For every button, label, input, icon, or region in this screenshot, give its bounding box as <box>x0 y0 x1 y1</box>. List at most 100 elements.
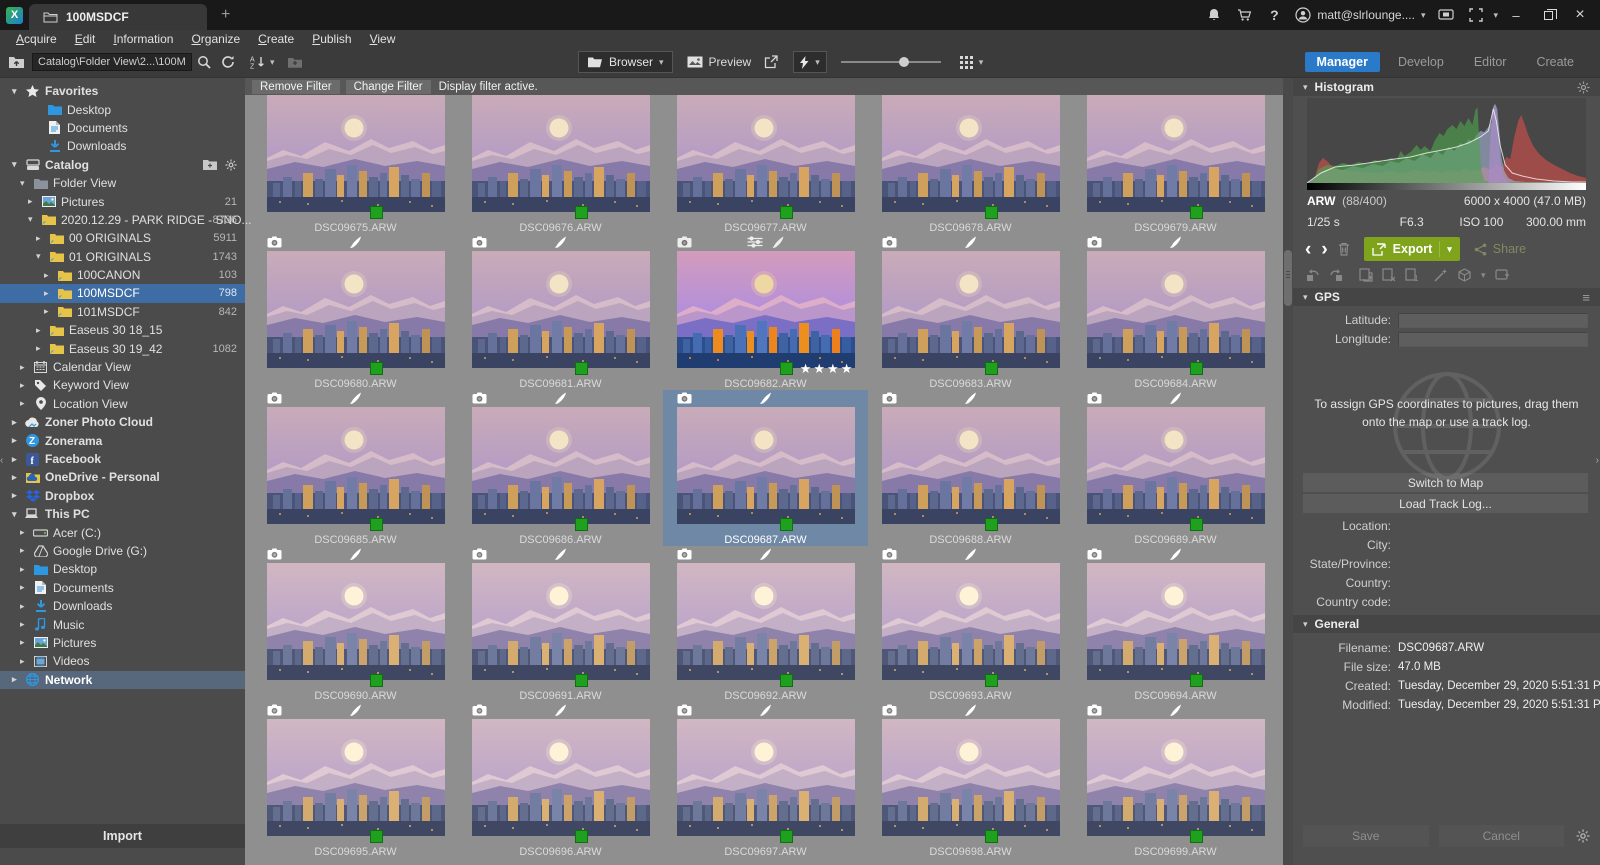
close-button[interactable]: × <box>1566 3 1594 27</box>
sidebar-item-google-drive-g[interactable]: ▸Google Drive (G:) <box>0 542 245 560</box>
green-label-badge[interactable] <box>370 206 383 219</box>
green-label-badge[interactable] <box>370 518 383 531</box>
photo-thumbnail[interactable]: DSC09696.ARW <box>458 702 663 858</box>
photo-thumbnail[interactable]: DSC09694.ARW <box>1073 546 1278 702</box>
photo-image[interactable] <box>1087 95 1265 212</box>
photo-image[interactable] <box>267 407 445 524</box>
tree-expanded-icon[interactable]: ▾ <box>12 86 22 97</box>
photo-thumbnail[interactable]: DSC09679.ARW <box>1073 95 1278 234</box>
preview-mode-button[interactable]: Preview <box>679 51 760 73</box>
menu-acquire[interactable]: Acquire <box>8 32 65 46</box>
green-label-badge[interactable] <box>780 206 793 219</box>
tree-expanded-icon[interactable]: ▾ <box>28 214 38 225</box>
sidebar-item-zonerama[interactable]: ▸ZZonerama <box>0 431 245 449</box>
photo-image[interactable] <box>267 563 445 680</box>
green-label-badge[interactable] <box>370 362 383 375</box>
photo-thumbnail[interactable]: DSC09686.ARW <box>458 390 663 546</box>
sidebar-item-100msdcf[interactable]: ▸100MSDCF798 <box>0 284 245 302</box>
sidebar-item-keyword-view[interactable]: ▸Keyword View <box>0 376 245 394</box>
photo-thumbnail[interactable]: DSC09690.ARW <box>253 546 458 702</box>
photo-image[interactable] <box>472 719 650 836</box>
photo-thumbnail[interactable]: DSC09699.ARW <box>1073 702 1278 858</box>
photo-image[interactable] <box>882 251 1060 368</box>
tree-expanded-icon[interactable]: ▾ <box>12 509 22 520</box>
sidebar-item-favorites[interactable]: ▾Favorites <box>0 82 245 100</box>
photo-image[interactable] <box>472 563 650 680</box>
histogram-collapse-icon[interactable]: ▾ <box>1303 82 1308 93</box>
sidebar-item-easeus-30-18-15[interactable]: ▸Easeus 30 18_15 <box>0 321 245 339</box>
green-label-badge[interactable] <box>985 206 998 219</box>
search-icon[interactable] <box>192 51 216 73</box>
fullscreen-icon[interactable] <box>1463 4 1489 26</box>
load-track-log-button[interactable]: Load Track Log... <box>1303 494 1588 513</box>
green-label-badge[interactable] <box>780 674 793 687</box>
thumbnail-size-slider[interactable] <box>841 61 941 63</box>
photo-thumbnail[interactable]: DSC09678.ARW <box>868 95 1073 234</box>
sidebar-item-documents[interactable]: Documents <box>0 119 245 137</box>
photo-image[interactable] <box>267 251 445 368</box>
photo-thumbnail[interactable]: DSC09681.ARW <box>458 234 663 390</box>
general-collapse-icon[interactable]: ▾ <box>1303 619 1308 630</box>
photo-image[interactable] <box>882 95 1060 212</box>
browser-mode-button[interactable]: Browser ▾ <box>578 51 673 73</box>
latitude-input[interactable] <box>1398 313 1588 328</box>
photo-image[interactable] <box>1087 563 1265 680</box>
panel-settings-gear-icon[interactable] <box>1576 829 1590 843</box>
general-section-header[interactable]: ▾ General <box>1293 615 1600 633</box>
menu-information[interactable]: Information <box>105 32 181 46</box>
photo-thumbnail[interactable]: ★★★★DSC09682.ARW <box>663 234 868 390</box>
sidebar-item-pictures[interactable]: ▸Pictures21 <box>0 192 245 210</box>
green-label-badge[interactable] <box>780 518 793 531</box>
photo-image[interactable] <box>882 719 1060 836</box>
photo-thumbnail[interactable]: DSC09677.ARW <box>663 95 868 234</box>
fullscreen-caret-icon[interactable]: ▾ <box>1493 10 1498 21</box>
sidebar-item-calendar-view[interactable]: ▸Calendar View <box>0 358 245 376</box>
tree-collapsed-icon[interactable]: ▸ <box>12 674 22 685</box>
sidebar-item-documents[interactable]: ▸Documents <box>0 579 245 597</box>
tree-collapsed-icon[interactable]: ▸ <box>20 398 30 409</box>
tree-expanded-icon[interactable]: ▾ <box>36 251 46 262</box>
photo-image[interactable] <box>267 95 445 212</box>
slider-knob[interactable] <box>899 57 909 67</box>
collapse-right-panel-icon[interactable]: › <box>1596 455 1599 466</box>
sidebar-item-100canon[interactable]: ▸100CANON103 <box>0 266 245 284</box>
tree-collapsed-icon[interactable]: ▸ <box>20 582 30 593</box>
photo-thumbnail[interactable]: DSC09688.ARW <box>868 390 1073 546</box>
sidebar-item-desktop[interactable]: ▸Desktop <box>0 560 245 578</box>
previous-photo-button[interactable]: ‹ <box>1305 240 1311 259</box>
green-label-badge[interactable] <box>370 674 383 687</box>
sidebar-item-01-originals[interactable]: ▾01 ORIGINALS1743 <box>0 248 245 266</box>
tree-collapsed-icon[interactable]: ▸ <box>20 362 30 373</box>
green-label-badge[interactable] <box>370 830 383 843</box>
tree-collapsed-icon[interactable]: ▸ <box>44 288 54 299</box>
green-label-badge[interactable] <box>575 674 588 687</box>
help-icon[interactable]: ? <box>1261 4 1287 26</box>
longitude-input[interactable] <box>1398 332 1588 347</box>
tree-collapsed-icon[interactable]: ▸ <box>12 454 22 465</box>
collapse-left-panel-icon[interactable]: ‹ <box>0 455 3 466</box>
workspace-tab-create[interactable]: Create <box>1524 52 1586 72</box>
tree-collapsed-icon[interactable]: ▸ <box>20 656 30 667</box>
tree-collapsed-icon[interactable]: ▸ <box>36 343 46 354</box>
add-folder-icon[interactable] <box>203 159 217 170</box>
tree-expanded-icon[interactable]: ▾ <box>12 159 22 170</box>
photo-image[interactable] <box>472 407 650 524</box>
photo-thumbnail[interactable]: DSC09691.ARW <box>458 546 663 702</box>
photo-image[interactable] <box>1087 407 1265 524</box>
green-label-badge[interactable] <box>575 830 588 843</box>
tree-collapsed-icon[interactable]: ▸ <box>36 233 46 244</box>
photo-thumbnail[interactable]: DSC09684.ARW <box>1073 234 1278 390</box>
gps-section-header[interactable]: ▾ GPS ≡ <box>1293 288 1600 306</box>
sidebar-item-zoner-photo-cloud[interactable]: ▸Zoner Photo Cloud <box>0 413 245 431</box>
quick-edits-button[interactable]: ▾ <box>793 51 827 73</box>
remove-filter-button[interactable]: Remove Filter <box>252 80 340 94</box>
sidebar-item-downloads[interactable]: Downloads <box>0 137 245 155</box>
green-label-badge[interactable] <box>1190 518 1203 531</box>
open-in-new-window-icon[interactable] <box>759 51 783 73</box>
gps-menu-icon[interactable]: ≡ <box>1582 290 1590 305</box>
store-cart-icon[interactable] <box>1231 4 1257 26</box>
photo-thumbnail[interactable]: DSC09687.ARW <box>663 390 868 546</box>
breadcrumb-path-input[interactable] <box>32 53 192 71</box>
account-menu[interactable]: matt@slrlounge.... ▾ <box>1291 7 1429 23</box>
splitter-handle[interactable] <box>1284 250 1292 306</box>
